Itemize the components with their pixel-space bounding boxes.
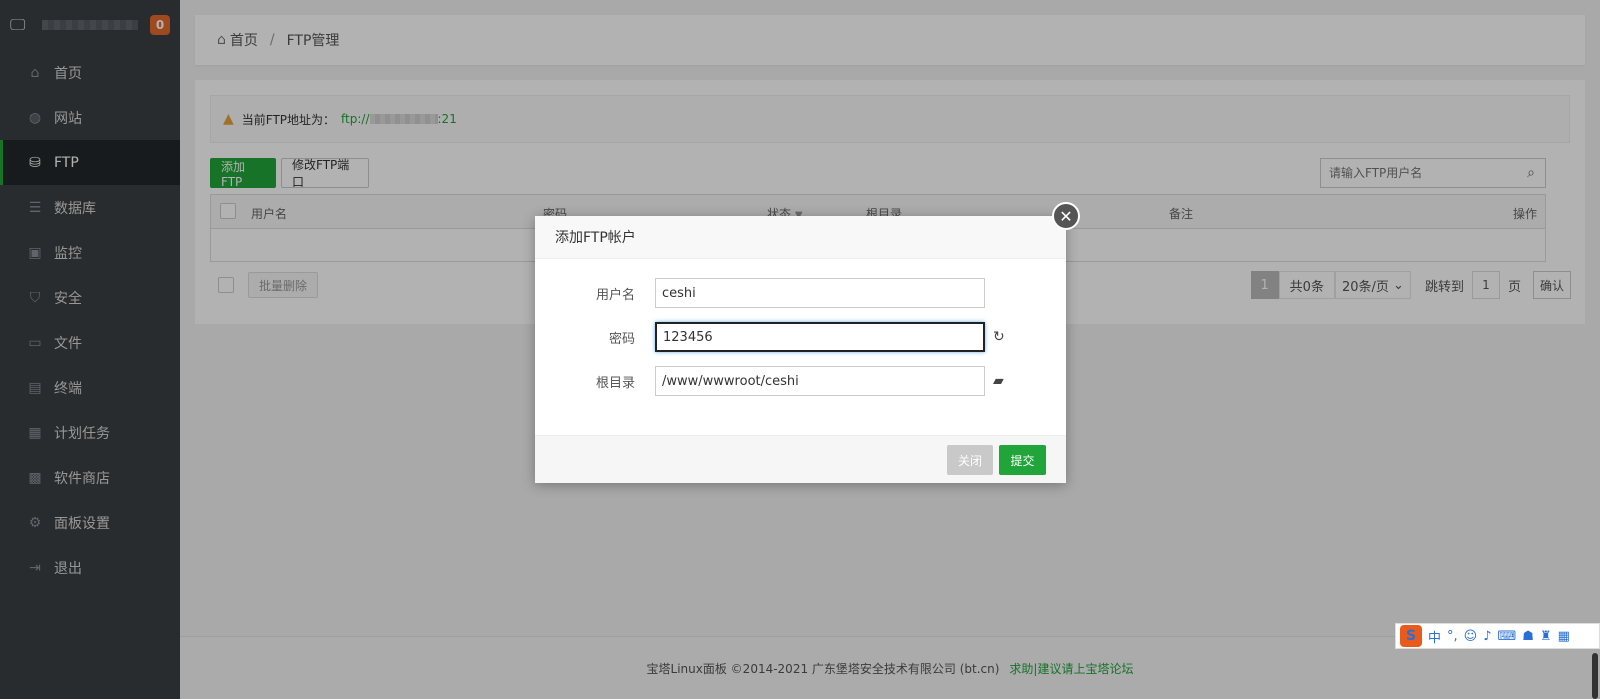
username-row: 用户名 ceshi	[535, 278, 985, 308]
submit-button[interactable]: 提交	[999, 445, 1046, 475]
password-field[interactable]: 123456	[655, 322, 985, 352]
ime-punctuation[interactable]: °,	[1447, 629, 1458, 644]
ime-language[interactable]: 中	[1428, 627, 1441, 646]
skin-icon[interactable]: ♜	[1540, 629, 1552, 644]
ime-toolbar: S 中 °, ☺ ♪ ⌨ ☗ ♜ ▦	[1395, 623, 1600, 649]
root-dir-row: 根目录 /www/wwwroot/ceshi ▰	[535, 366, 1004, 396]
user-icon[interactable]: ☗	[1522, 629, 1534, 644]
add-ftp-dialog: 添加FTP帐户 ✕ 用户名 ceshi 密码 123456 ↻ 根目录 /www…	[535, 202, 1080, 483]
username-field[interactable]: ceshi	[655, 278, 985, 308]
password-row: 密码 123456 ↻	[535, 322, 1005, 352]
username-label: 用户名	[595, 287, 635, 303]
microphone-icon[interactable]: ♪	[1483, 629, 1491, 644]
scrollbar[interactable]	[1592, 653, 1598, 699]
emoji-icon[interactable]: ☺	[1464, 629, 1478, 644]
password-label: 密码	[608, 331, 635, 347]
dialog-footer: 关闭 提交	[535, 435, 1066, 483]
dialog-title: 添加FTP帐户	[535, 216, 1066, 259]
root-dir-label: 根目录	[595, 375, 635, 391]
refresh-icon[interactable]: ↻	[993, 329, 1005, 345]
grid-menu-icon[interactable]: ▦	[1558, 629, 1570, 644]
close-button[interactable]: 关闭	[947, 445, 993, 475]
folder-open-icon[interactable]: ▰	[993, 373, 1004, 389]
sogou-logo-icon[interactable]: S	[1400, 625, 1422, 647]
close-icon[interactable]: ✕	[1052, 202, 1080, 230]
root-dir-field[interactable]: /www/wwwroot/ceshi	[655, 366, 985, 396]
keyboard-icon[interactable]: ⌨	[1498, 629, 1517, 644]
